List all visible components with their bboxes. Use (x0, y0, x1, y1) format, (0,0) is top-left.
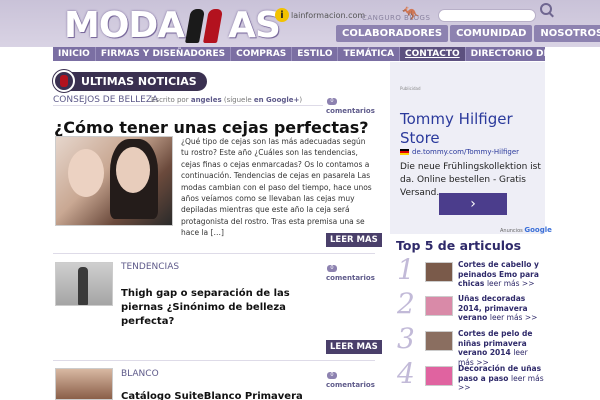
section-title: ULTIMAS NOTICIAS (67, 71, 207, 91)
category-link[interactable]: BLANCO (121, 369, 159, 379)
comments-link[interactable]: comentarios (326, 107, 375, 115)
nav-item-contacto[interactable]: CONTACTO (400, 47, 466, 61)
read-more-button[interactable]: LEER MAS (326, 233, 382, 247)
nav-item-firmas[interactable]: FIRMAS Y DISEÑADORES (96, 47, 232, 61)
byline-close: ) (299, 96, 303, 104)
top-tabs: COLABORADORES COMUNIDAD NOSOTROS (336, 25, 600, 42)
divider (53, 360, 375, 361)
info-icon: i (275, 8, 289, 22)
ad-url-link[interactable]: de.tommy.com/Tommy-Hilfiger (412, 148, 519, 156)
shoe-icon (53, 70, 75, 92)
byline: Escrito por angeles (síguele en Google+) (151, 96, 302, 104)
read-more-button[interactable]: LEER MAS (326, 340, 382, 354)
ad-url-row: de.tommy.com/Tommy-Hilfiger (400, 148, 519, 156)
top5-rank: 1 (397, 253, 415, 286)
logo-text-left: MODA (64, 4, 185, 46)
divider (53, 253, 375, 254)
ad-arrow-button[interactable]: › (439, 193, 507, 215)
lainformacion-text: lainformacion.com (291, 10, 366, 20)
comment-count-badge[interactable]: 0 (327, 98, 337, 105)
top5-item[interactable]: Cortes de cabello y peinados Emo para ch… (458, 260, 544, 289)
logo-text-right: AS (228, 4, 281, 46)
tab-comunidad[interactable]: COMUNIDAD (450, 25, 533, 42)
comments-link[interactable]: comentarios (326, 381, 375, 389)
byline-prefix: Escrito por (151, 96, 189, 104)
article-title[interactable]: Thigh gap o separación de las piernas ¿S… (121, 287, 331, 329)
top5-item[interactable]: Cortes de pelo de niñas primavera verano… (458, 329, 544, 367)
search-input[interactable] (438, 9, 536, 22)
top5-title: Top 5 de articulos (396, 238, 522, 253)
tab-nosotros[interactable]: NOSOTROS (534, 25, 600, 42)
site-logo[interactable]: MODA AS (64, 4, 281, 46)
top5-thumbnail[interactable] (425, 331, 453, 351)
lainformacion-link[interactable]: i lainformacion.com (275, 8, 365, 22)
top5-rank: 2 (397, 287, 415, 320)
top5-item[interactable]: Decoración de uñas paso a paso leer más … (458, 364, 544, 393)
article-title[interactable]: ¿Cómo tener unas cejas perfectas? (54, 118, 369, 137)
byline-suffix: (síguele (223, 96, 252, 104)
ad-label: Publicidad (400, 86, 421, 91)
main-nav: INICIO FIRMAS Y DISEÑADORES COMPRAS ESTI… (53, 47, 600, 61)
search-icon[interactable] (540, 3, 552, 15)
tab-colaboradores[interactable]: COLABORADORES (336, 25, 449, 42)
article-image[interactable] (55, 136, 173, 226)
page: MODA AS i lainformacion.com CANGURO BLOG… (0, 0, 600, 400)
google-plus-link[interactable]: en Google+ (254, 96, 300, 104)
top5-thumbnail[interactable] (425, 296, 453, 316)
category-link[interactable]: TENDENCIAS (121, 262, 179, 272)
kangaroo-icon: 🦘 (402, 6, 420, 22)
top5-item[interactable]: Uñas decoradas 2014, primavera verano le… (458, 294, 544, 323)
read-more-link[interactable]: leer más >> (487, 279, 535, 288)
comment-count-badge[interactable]: 0 (327, 372, 337, 379)
top5-rank: 3 (397, 322, 415, 355)
author-link[interactable]: angeles (191, 96, 222, 104)
ads-prefix: Anuncios (500, 228, 523, 234)
ads-by-google[interactable]: Anuncios Google (500, 226, 552, 234)
article-title[interactable]: Catálogo SuiteBlanco Primavera (121, 391, 303, 400)
nav-item-compras[interactable]: COMPRAS (231, 47, 293, 61)
top5-thumbnail[interactable] (425, 262, 453, 282)
high-heels-icon (185, 5, 226, 45)
german-flag-icon (400, 149, 409, 155)
comments-link[interactable]: comentarios (326, 274, 375, 282)
ad-title-link[interactable]: Tommy Hilfiger Store (400, 110, 540, 148)
article-excerpt: ¿Qué tipo de cejas son las más adecuadas… (181, 137, 372, 238)
category-link[interactable]: CONSEJOS DE BELLEZA (53, 95, 158, 105)
comment-count-badge[interactable]: 0 (327, 265, 337, 272)
nav-item-estilo[interactable]: ESTILO (292, 47, 339, 61)
nav-item-inicio[interactable]: INICIO (53, 47, 96, 61)
nav-item-directorio[interactable]: DIRECTORIO DE CATEGORÍAS (466, 47, 600, 61)
divider (53, 105, 323, 106)
section-header: ULTIMAS NOTICIAS (53, 70, 207, 92)
top5-rank: 4 (397, 357, 415, 390)
site-header: MODA AS i lainformacion.com CANGURO BLOG… (0, 0, 600, 47)
google-logo: Google (524, 226, 552, 234)
read-more-link[interactable]: leer más >> (490, 313, 538, 322)
top5-thumbnail[interactable] (425, 366, 453, 386)
nav-item-tematica[interactable]: TEMÁTICA (338, 47, 401, 61)
article-image[interactable] (55, 368, 113, 400)
article-image[interactable] (55, 262, 113, 306)
